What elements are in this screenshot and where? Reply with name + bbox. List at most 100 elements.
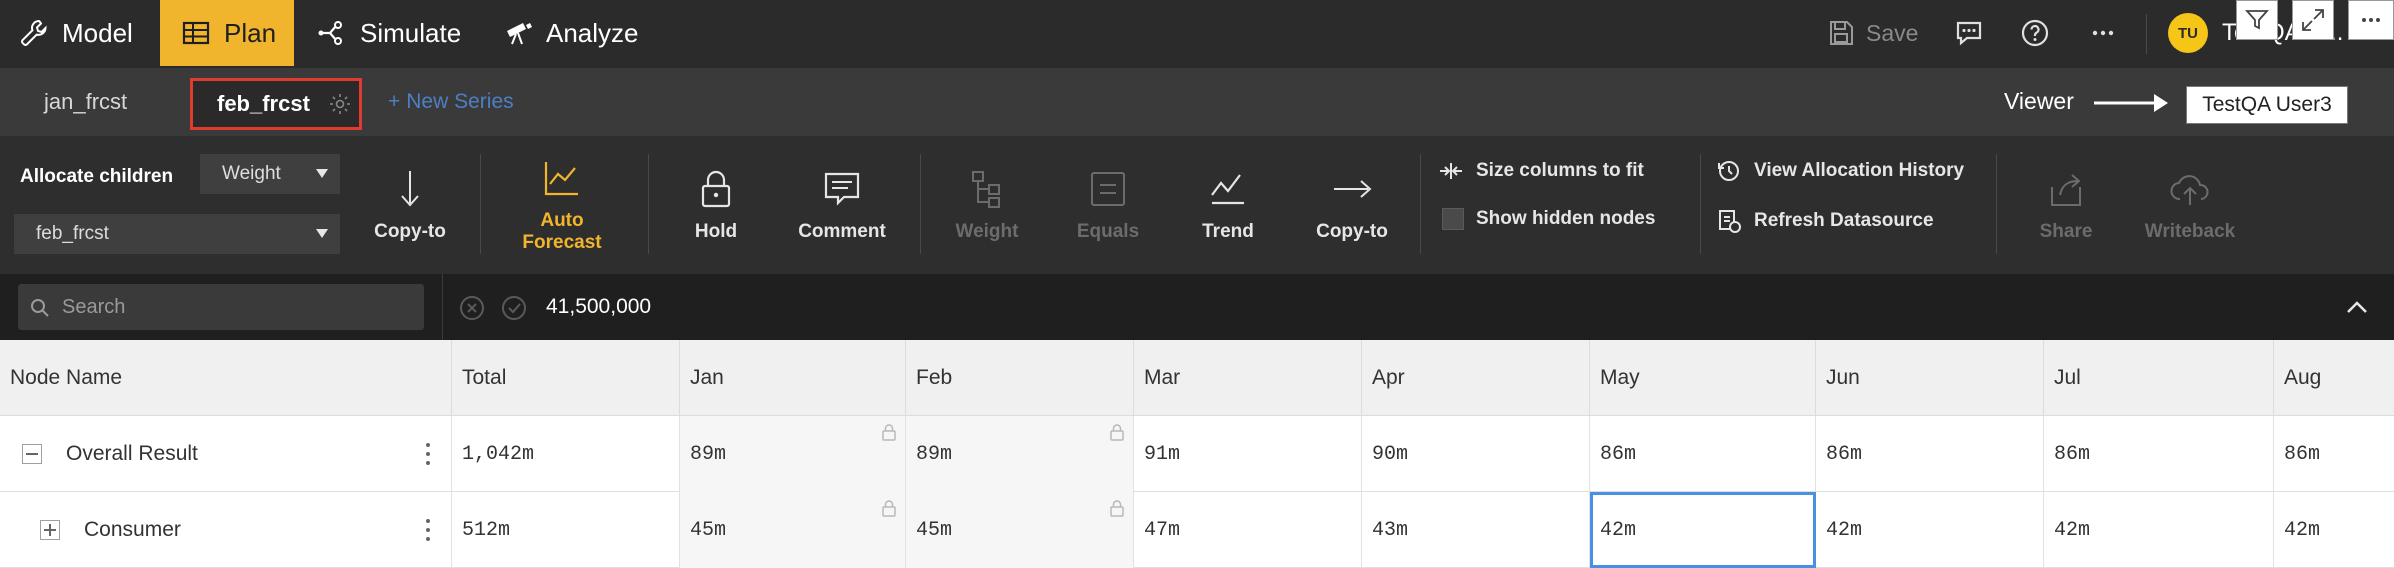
column-header-may[interactable]: May (1590, 340, 1816, 416)
column-header-aug[interactable]: Aug (2274, 340, 2394, 416)
cell-jul[interactable]: 42m (2044, 492, 2274, 568)
nav-analyze-label: Analyze (546, 17, 639, 48)
cell-feb[interactable]: 45m (906, 492, 1134, 568)
divider (1700, 154, 1701, 254)
trend-label: Trend (1202, 221, 1254, 242)
cell-apr[interactable]: 90m (1362, 416, 1590, 492)
nav-simulate[interactable]: Simulate (316, 0, 486, 66)
nav-simulate-label: Simulate (360, 17, 462, 48)
cell-jan[interactable]: 45m (680, 492, 906, 568)
cell-feb[interactable]: 89m (906, 416, 1134, 492)
node-name-cell[interactable]: Consumer (0, 492, 452, 568)
formula-bar: 41,500,000 (0, 274, 2394, 340)
cell-jan[interactable]: 89m (680, 416, 906, 492)
filter-button[interactable] (2236, 0, 2278, 40)
weight-button[interactable]: Weight (936, 136, 1038, 274)
arrow-right-icon (1334, 180, 1372, 198)
divider (1420, 154, 1421, 254)
arrow-right-icon (2094, 94, 2168, 112)
refresh-datasource-icon (1719, 210, 1741, 233)
comments-button[interactable] (1954, 0, 1984, 66)
nav-plan[interactable]: Plan (160, 0, 294, 66)
cell-mar[interactable]: 47m (1134, 492, 1362, 568)
series-tab-label: jan_frcst (44, 89, 128, 114)
series-tab-jan-frcst[interactable]: jan_frcst (44, 68, 127, 136)
auto-forecast-button[interactable]: Auto Forecast (500, 136, 624, 274)
node-name-cell[interactable]: Overall Result (0, 416, 452, 492)
column-header-apr[interactable]: Apr (1362, 340, 1590, 416)
cancel-icon[interactable] (458, 294, 486, 322)
comment-button[interactable]: Comment (780, 136, 904, 274)
cell-may-selected[interactable]: 42m (1590, 492, 1816, 568)
chevron-up-icon[interactable] (2342, 292, 2372, 322)
copy-to-button[interactable]: Copy-to (360, 136, 460, 274)
hold-button[interactable]: Hold (668, 136, 764, 274)
auto-forecast-label: Auto Forecast (522, 210, 602, 253)
view-allocation-history-button[interactable]: View Allocation History (1716, 158, 1964, 184)
confirm-icon[interactable] (500, 294, 528, 322)
trend-icon (1211, 174, 1244, 205)
history-icon (1718, 161, 1739, 181)
collapse-icon[interactable] (22, 444, 42, 464)
series-select-dropdown[interactable]: feb_frcst (14, 214, 340, 254)
more-horizontal-icon (2092, 30, 2114, 36)
cell-total[interactable]: 1,042m (452, 416, 680, 492)
nav-model[interactable]: Model (18, 0, 168, 66)
gear-icon[interactable] (328, 92, 352, 116)
more-button[interactable] (2088, 0, 2118, 66)
caret-down-icon (316, 169, 328, 178)
column-header-mar[interactable]: Mar (1134, 340, 1362, 416)
cell-apr[interactable]: 43m (1362, 492, 1590, 568)
cell-total[interactable]: 512m (452, 492, 680, 568)
viewer-label: Viewer (2004, 88, 2074, 114)
writeback-label: Writeback (2144, 221, 2236, 242)
column-header-node-name[interactable]: Node Name (0, 340, 452, 416)
help-icon (2021, 19, 2049, 47)
cell-aug[interactable]: 42m (2274, 492, 2394, 568)
cell-may[interactable]: 86m (1590, 416, 1816, 492)
cell-aug[interactable]: 86m (2274, 416, 2394, 492)
column-header-feb[interactable]: Feb (906, 340, 1134, 416)
save-button[interactable]: Save (1826, 0, 1918, 66)
help-button[interactable] (2020, 0, 2050, 66)
divider (648, 154, 649, 254)
column-header-jun[interactable]: Jun (1816, 340, 2044, 416)
refresh-datasource-button[interactable]: Refresh Datasource (1716, 208, 1934, 234)
new-series-button[interactable]: + New Series (388, 68, 514, 136)
expand-icon[interactable] (40, 520, 60, 540)
divider (1996, 154, 1997, 254)
cell-mar[interactable]: 91m (1134, 416, 1362, 492)
nav-model-label: Model (62, 17, 133, 48)
hold-label: Hold (694, 221, 738, 242)
column-header-total[interactable]: Total (452, 340, 680, 416)
expand-icon (2302, 9, 2324, 31)
kebab-menu-icon[interactable] (420, 440, 436, 468)
writeback-button[interactable]: Writeback (2130, 136, 2250, 274)
share-button[interactable]: Share (2016, 136, 2116, 274)
search-input[interactable] (18, 284, 424, 330)
show-hidden-label: Show hidden nodes (1476, 208, 1656, 229)
save-icon (1830, 21, 1853, 45)
allocation-method-dropdown[interactable]: Weight (200, 154, 340, 194)
copy-to-right-button[interactable]: Copy-to (1300, 136, 1404, 274)
column-header-jan[interactable]: Jan (680, 340, 906, 416)
cell-jul[interactable]: 86m (2044, 416, 2274, 492)
more-horizontal-icon (2362, 18, 2380, 22)
cell-jun[interactable]: 42m (1816, 492, 2044, 568)
series-tab-feb-frcst[interactable]: feb_frcst (190, 78, 362, 130)
plus-icon: + (388, 90, 401, 113)
show-hidden-checkbox[interactable] (1442, 208, 1464, 230)
visual-options-button[interactable] (2348, 0, 2394, 40)
column-header-jul[interactable]: Jul (2044, 340, 2274, 416)
cell-jun[interactable]: 86m (1816, 416, 2044, 492)
copy-to-label: Copy-to (1316, 221, 1388, 242)
formula-value[interactable]: 41,500,000 (546, 274, 651, 340)
equals-button[interactable]: Equals (1058, 136, 1158, 274)
trend-button[interactable]: Trend (1178, 136, 1278, 274)
nav-analyze[interactable]: Analyze (502, 0, 662, 66)
comment-icon (824, 172, 860, 206)
show-hidden-nodes-toggle[interactable]: Show hidden nodes (1442, 208, 1655, 230)
kebab-menu-icon[interactable] (420, 516, 436, 544)
expand-button[interactable] (2292, 0, 2334, 40)
size-columns-button[interactable]: Size columns to fit (1438, 158, 1644, 184)
